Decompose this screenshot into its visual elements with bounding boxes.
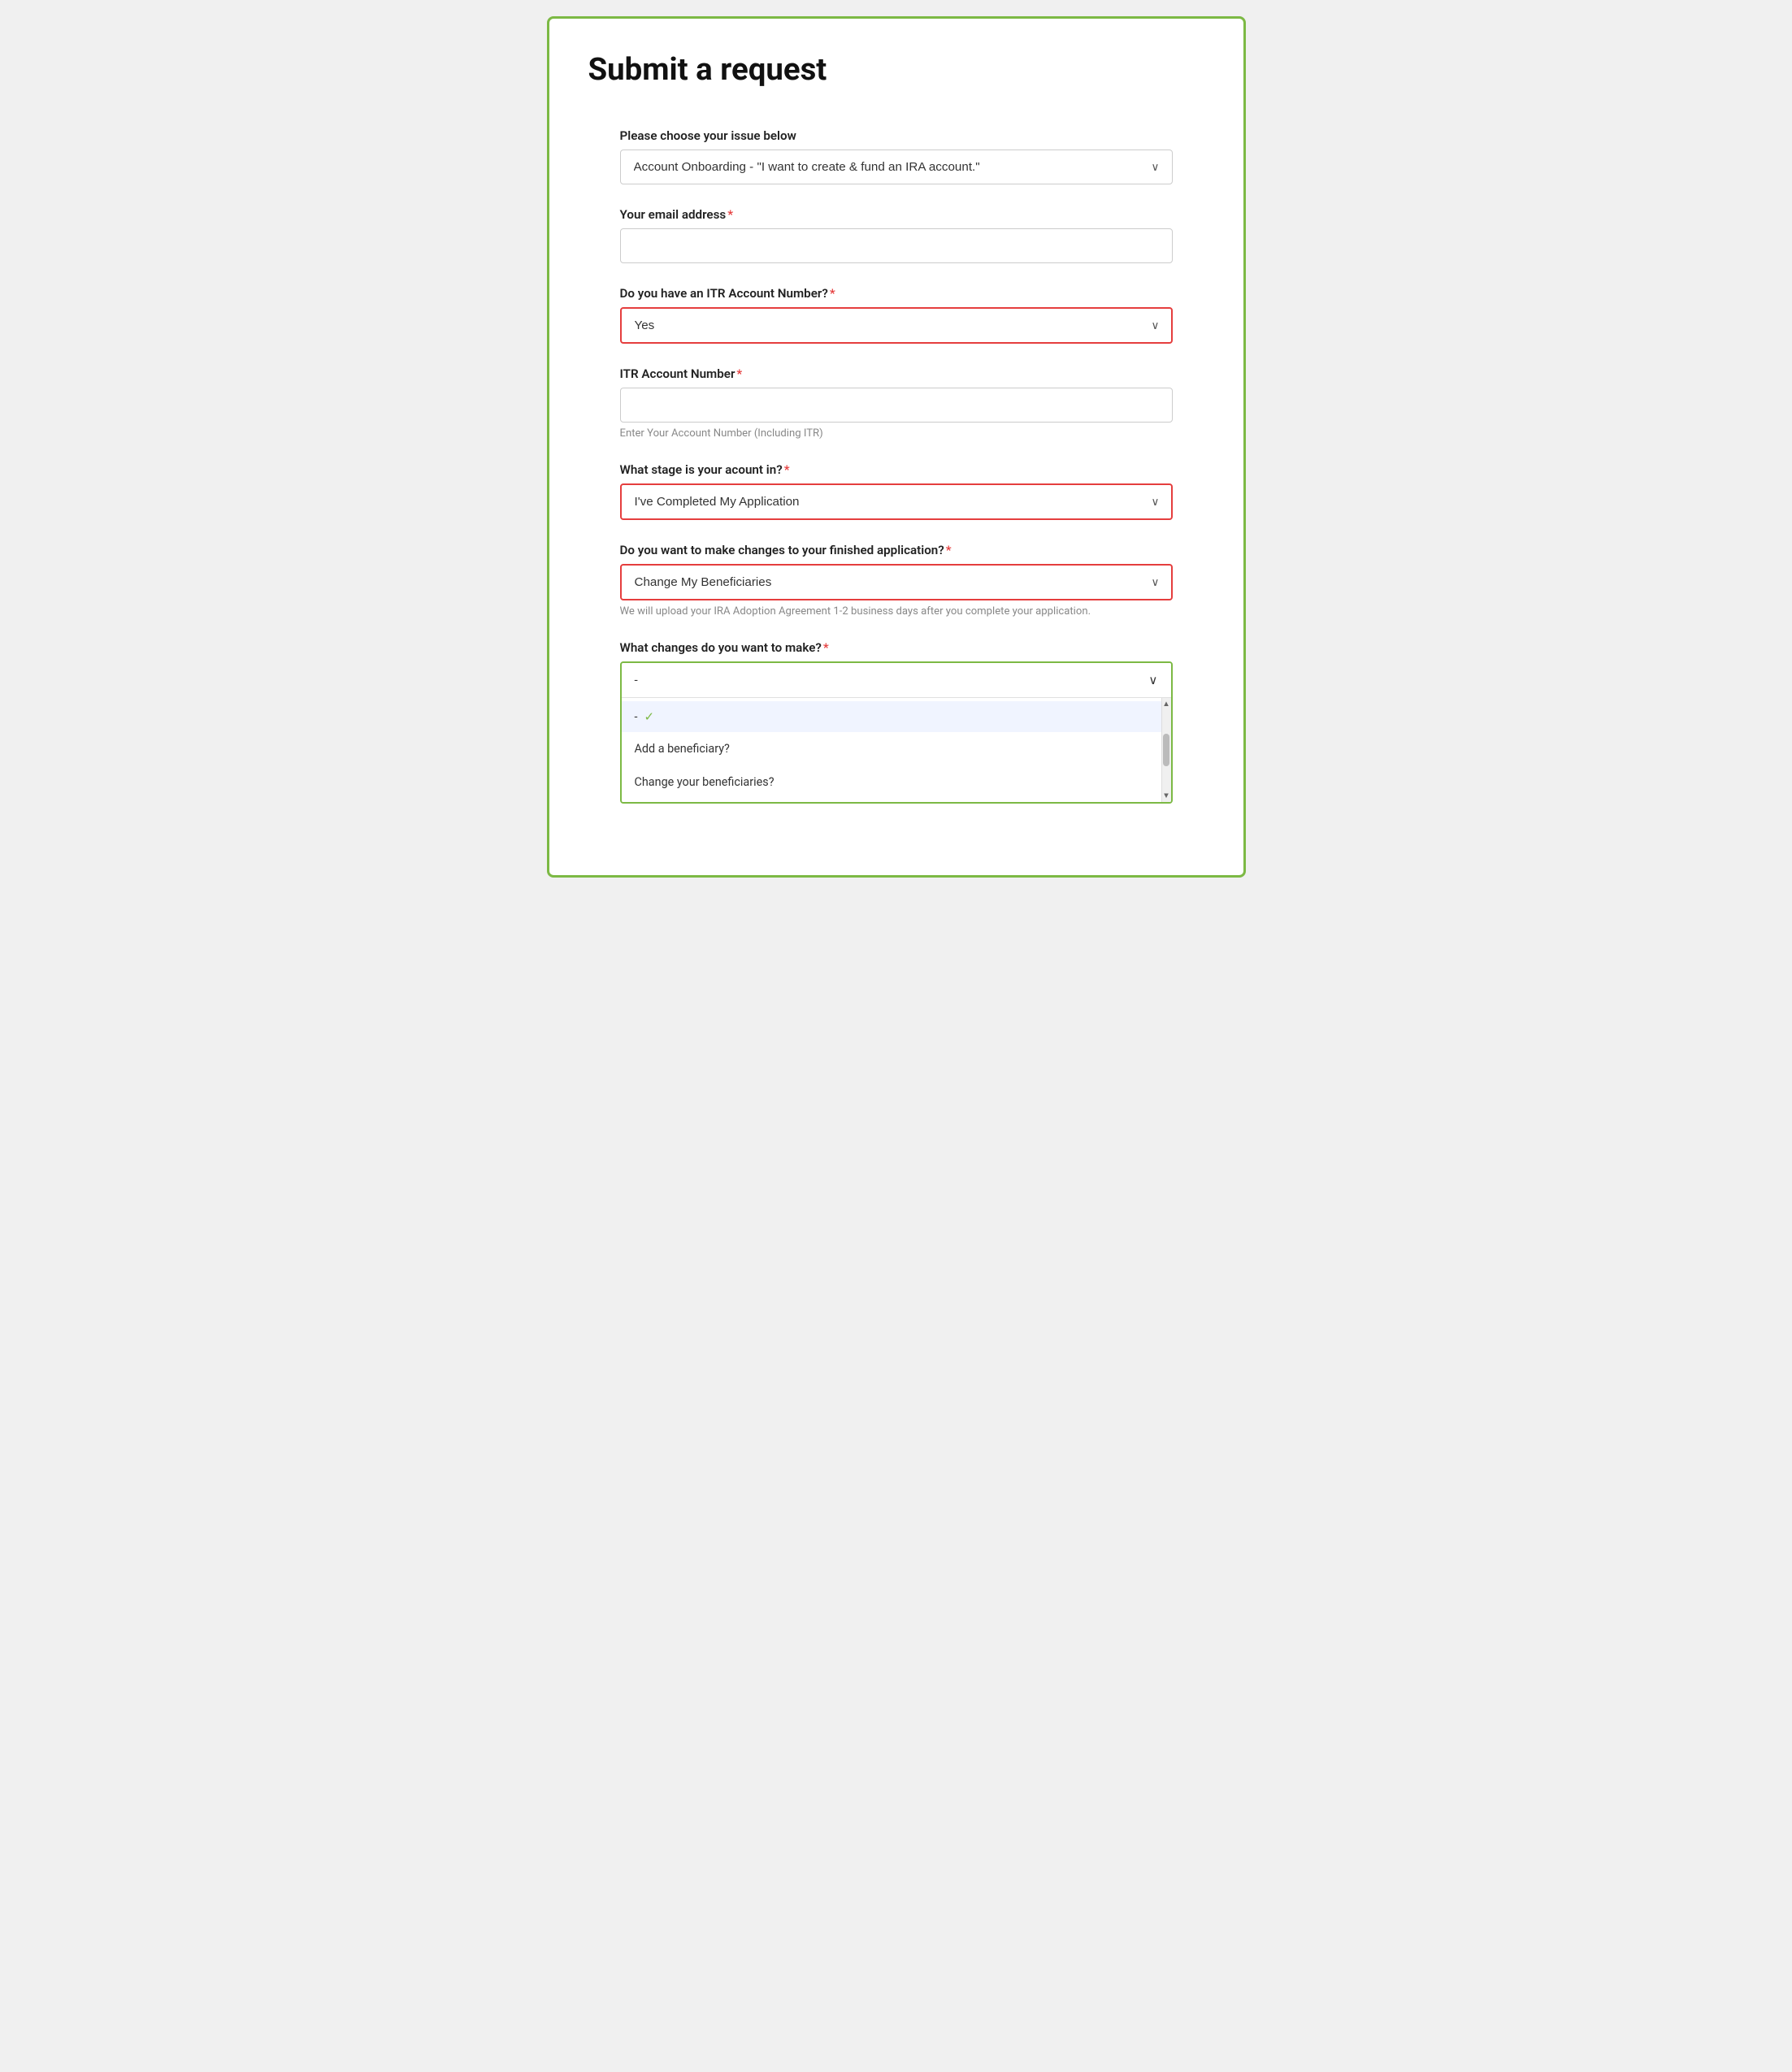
issue-select-wrapper[interactable]: Account Onboarding - "I want to create &… <box>620 150 1173 184</box>
stage-group: What stage is your acount in?* I've Comp… <box>620 462 1173 520</box>
what-changes-dropdown[interactable]: - ∨ - ✓ Add a b <box>620 661 1173 804</box>
page-title: Submit a request <box>588 51 1204 88</box>
what-changes-dropdown-body: - ✓ Add a beneficiary? Change your benef… <box>622 698 1171 802</box>
add-beneficiary-label: Add a beneficiary? <box>635 742 730 756</box>
dropdown-item-change-beneficiaries[interactable]: Change your beneficiaries? <box>622 765 1161 799</box>
scrollbar-thumb[interactable] <box>1163 734 1169 766</box>
issue-label: Please choose your issue below <box>620 128 1173 143</box>
dropdown-list: - ✓ Add a beneficiary? Change your benef… <box>622 698 1161 802</box>
dash-label: - <box>635 710 638 724</box>
dropdown-item-dash[interactable]: - ✓ <box>622 701 1161 732</box>
itr-account-group: ITR Account Number* Enter Your Account N… <box>620 366 1173 440</box>
scrollbar-up-arrow[interactable]: ▲ <box>1162 700 1170 709</box>
dropdown-scrollbar[interactable]: ▲ ▼ <box>1161 698 1171 802</box>
itr-question-select[interactable]: Yes <box>620 307 1173 344</box>
stage-select[interactable]: I've Completed My Application <box>620 483 1173 520</box>
what-changes-dropdown-header[interactable]: - ∨ <box>622 663 1171 698</box>
itr-question-required: * <box>830 286 835 301</box>
changes-label: Do you want to make changes to your fini… <box>620 543 1173 557</box>
form-container: Please choose your issue below Account O… <box>620 128 1173 804</box>
changes-required: * <box>946 543 952 557</box>
changes-group: Do you want to make changes to your fini… <box>620 543 1173 618</box>
email-group: Your email address* <box>620 207 1173 263</box>
chevron-down-icon: ∨ <box>1148 673 1157 687</box>
itr-account-hint: Enter Your Account Number (Including ITR… <box>620 427 1173 440</box>
changes-hint: We will upload your IRA Adoption Agreeme… <box>620 605 1173 618</box>
itr-account-input[interactable] <box>620 388 1173 423</box>
itr-account-required: * <box>736 366 742 381</box>
changes-select-wrapper[interactable]: Change My Beneficiaries <box>620 564 1173 600</box>
what-changes-selected-value: - <box>635 673 638 687</box>
change-beneficiaries-label: Change your beneficiaries? <box>635 775 775 789</box>
stage-required: * <box>784 462 790 477</box>
dropdown-scrollbar-wrapper: - ✓ Add a beneficiary? Change your benef… <box>622 698 1171 802</box>
itr-question-select-wrapper[interactable]: Yes <box>620 307 1173 344</box>
itr-question-group: Do you have an ITR Account Number?* Yes <box>620 286 1173 344</box>
dropdown-item-add-beneficiary[interactable]: Add a beneficiary? <box>622 732 1161 765</box>
stage-label: What stage is your acount in?* <box>620 462 1173 477</box>
page-wrapper: Submit a request Please choose your issu… <box>547 16 1246 878</box>
changes-select[interactable]: Change My Beneficiaries <box>620 564 1173 600</box>
email-required: * <box>727 207 733 222</box>
email-input[interactable] <box>620 228 1173 263</box>
what-changes-required: * <box>823 640 829 655</box>
itr-account-label: ITR Account Number* <box>620 366 1173 381</box>
check-icon: ✓ <box>644 709 654 724</box>
email-label: Your email address* <box>620 207 1173 222</box>
issue-group: Please choose your issue below Account O… <box>620 128 1173 184</box>
issue-select[interactable]: Account Onboarding - "I want to create &… <box>620 150 1173 184</box>
what-changes-label: What changes do you want to make?* <box>620 640 1173 655</box>
what-changes-group: What changes do you want to make?* - ∨ - <box>620 640 1173 804</box>
scrollbar-down-arrow[interactable]: ▼ <box>1162 791 1170 800</box>
itr-question-label: Do you have an ITR Account Number?* <box>620 286 1173 301</box>
stage-select-wrapper[interactable]: I've Completed My Application <box>620 483 1173 520</box>
